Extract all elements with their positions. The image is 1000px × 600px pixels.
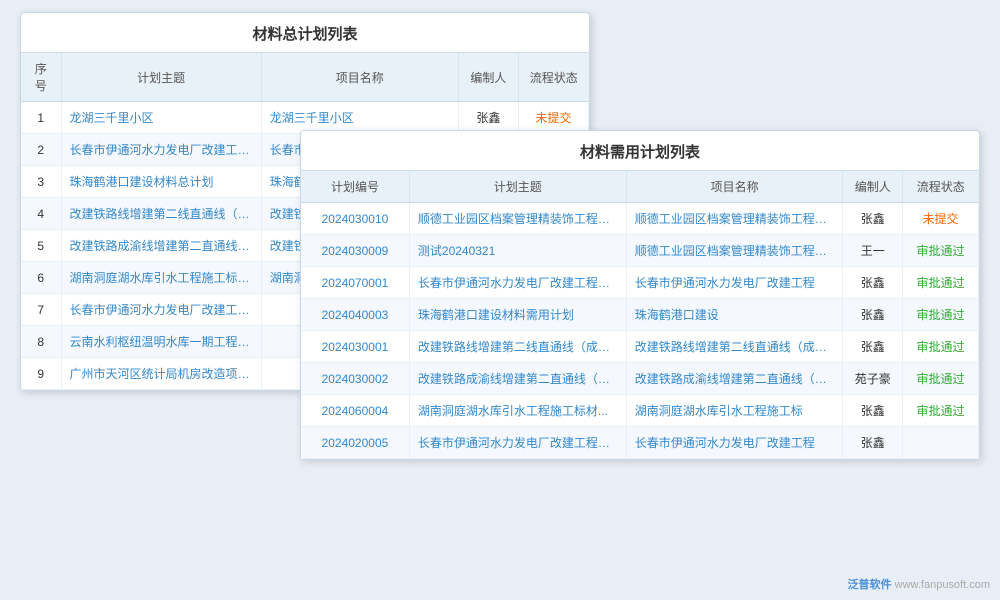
cell-plan: 湖南洞庭湖水库引水工程施工标材... [409,395,626,427]
cell-plan: 测试20240321 [409,235,626,267]
cell-status: 审批通过 [903,235,979,267]
th-author: 编制人 [458,53,518,102]
cell-project: 顺德工业园区档案管理精装饰工程（... [626,235,843,267]
cell-plan: 改建铁路成渝线增建第二直通线（成渝枢纽... [61,230,261,262]
cell-plan: 顺德工业园区档案管理精装饰工程（... [409,203,626,235]
cell-project: 长春市伊通河水力发电厂改建工程 [626,427,843,459]
cell-plan: 珠海鹤港口建设材料总计划 [61,166,261,198]
cell-author: 张鑫 [843,331,903,363]
cell-status: 未提交 [518,102,588,134]
cell-project: 改建铁路线增建第二线直通线（成都... [626,331,843,363]
cell-plan: 珠海鹤港口建设材料需用计划 [409,299,626,331]
table-row[interactable]: 2024030010顺德工业园区档案管理精装饰工程（...顺德工业园区档案管理精… [301,203,979,235]
table-row[interactable]: 2024030001改建铁路线增建第二线直通线（成都...改建铁路线增建第二线直… [301,331,979,363]
table-row[interactable]: 1龙湖三千里小区龙湖三千里小区张鑫未提交 [21,102,589,134]
table-row[interactable]: 2024040003珠海鹤港口建设材料需用计划珠海鹤港口建设张鑫审批通过 [301,299,979,331]
cell-plan: 改建铁路成渝线增建第二直通线（成... [409,363,626,395]
watermark-url: www.fanpusoft.com [895,579,990,591]
cell-code: 2024030010 [301,203,409,235]
cell-status: 审批通过 [903,395,979,427]
cell-author: 张鑫 [843,267,903,299]
cell-plan: 长春市伊通河水力发电厂改建工程合... [409,267,626,299]
th-author2: 编制人 [843,171,903,203]
cell-seq: 3 [21,166,61,198]
th-seq: 序号 [21,53,61,102]
cell-author: 王一 [843,235,903,267]
cell-seq: 8 [21,326,61,358]
cell-seq: 4 [21,198,61,230]
cell-project: 顺德工业园区档案管理精装饰工程（... [626,203,843,235]
demand-header-row: 计划编号 计划主题 项目名称 编制人 流程状态 [301,171,979,203]
cell-code: 2024060004 [301,395,409,427]
cell-seq: 7 [21,294,61,326]
panel2-title: 材料需用计划列表 [301,131,979,171]
demand-table: 计划编号 计划主题 项目名称 编制人 流程状态 2024030010顺德工业园区… [301,171,979,459]
cell-seq: 9 [21,358,61,390]
cell-status: 未提交 [903,203,979,235]
th-project: 项目名称 [261,53,458,102]
cell-plan: 长春市伊通河水力发电厂改建工程材... [409,427,626,459]
cell-code: 2024020005 [301,427,409,459]
cell-seq: 6 [21,262,61,294]
cell-status: 审批通过 [903,363,979,395]
table-row[interactable]: 2024060004湖南洞庭湖水库引水工程施工标材...湖南洞庭湖水库引水工程施… [301,395,979,427]
cell-plan: 云南水利枢纽温明水库一期工程施工标材料... [61,326,261,358]
cell-project: 龙湖三千里小区 [261,102,458,134]
th-plan: 计划主题 [61,53,261,102]
cell-author: 张鑫 [458,102,518,134]
cell-plan: 改建铁路线增建第二线直通线（成都... [409,331,626,363]
table-row[interactable]: 2024030009测试20240321顺德工业园区档案管理精装饰工程（...王… [301,235,979,267]
th-plan2: 计划主题 [409,171,626,203]
cell-project: 长春市伊通河水力发电厂改建工程 [626,267,843,299]
cell-plan: 龙湖三千里小区 [61,102,261,134]
watermark: 泛普软件 www.fanpusoft.com [848,576,990,592]
cell-seq: 1 [21,102,61,134]
cell-project: 改建铁路成渝线增建第二直通线（成... [626,363,843,395]
cell-author: 张鑫 [843,299,903,331]
cell-code: 2024070001 [301,267,409,299]
cell-status: 审批通过 [903,267,979,299]
panel-material-demand: 材料需用计划列表 计划编号 计划主题 项目名称 编制人 流程状态 2024030… [300,130,980,460]
cell-seq: 2 [21,134,61,166]
th-project2: 项目名称 [626,171,843,203]
cell-project: 湖南洞庭湖水库引水工程施工标 [626,395,843,427]
cell-status [903,427,979,459]
cell-plan: 湖南洞庭湖水库引水工程施工标材料总计划 [61,262,261,294]
cell-author: 张鑫 [843,203,903,235]
th-code: 计划编号 [301,171,409,203]
cell-plan: 广州市天河区统计局机房改造项目材料总计划 [61,358,261,390]
cell-status: 审批通过 [903,331,979,363]
cell-code: 2024040003 [301,299,409,331]
summary-header-row: 序号 计划主题 项目名称 编制人 流程状态 [21,53,589,102]
cell-seq: 5 [21,230,61,262]
cell-status: 审批通过 [903,299,979,331]
cell-author: 张鑫 [843,395,903,427]
th-status: 流程状态 [518,53,588,102]
th-status2: 流程状态 [903,171,979,203]
cell-plan: 长春市伊通河水力发电厂改建工程材料总计划 [61,294,261,326]
cell-code: 2024030009 [301,235,409,267]
cell-author: 张鑫 [843,427,903,459]
table-row[interactable]: 2024020005长春市伊通河水力发电厂改建工程材...长春市伊通河水力发电厂… [301,427,979,459]
cell-project: 珠海鹤港口建设 [626,299,843,331]
panel1-title: 材料总计划列表 [21,13,589,53]
cell-code: 2024030002 [301,363,409,395]
table-row[interactable]: 2024030002改建铁路成渝线增建第二直通线（成...改建铁路成渝线增建第二… [301,363,979,395]
cell-author: 苑子豪 [843,363,903,395]
watermark-logo: 泛普软件 [848,579,892,591]
cell-plan: 改建铁路线增建第二线直通线（成都-西安）... [61,198,261,230]
table-row[interactable]: 2024070001长春市伊通河水力发电厂改建工程合...长春市伊通河水力发电厂… [301,267,979,299]
cell-plan: 长春市伊通河水力发电厂改建工程合同材料... [61,134,261,166]
cell-code: 2024030001 [301,331,409,363]
